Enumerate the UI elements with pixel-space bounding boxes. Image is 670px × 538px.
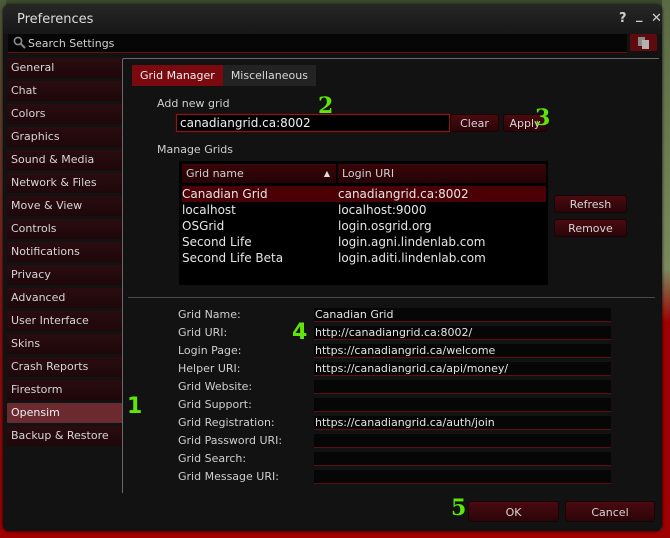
grid-name-cell: Second Life Beta (182, 251, 284, 265)
table-header: Grid name ▲ Login URI (182, 164, 546, 183)
sidebar-item-privacy[interactable]: Privacy (7, 265, 123, 285)
helper-uri-label: Helper URI: (178, 362, 241, 375)
tab-miscellaneous[interactable]: Miscellaneous (222, 65, 316, 86)
search-settings (8, 34, 627, 53)
manage-grids-label: Manage Grids (157, 143, 234, 156)
sidebar-item-advanced[interactable]: Advanced (7, 288, 123, 308)
table-row[interactable]: localhost localhost:9000 (182, 202, 546, 218)
grid-name-cell: OSGrid (182, 219, 225, 233)
annotation-marker-4: 4 (292, 320, 308, 345)
login-uri-cell: localhost:9000 (338, 203, 427, 217)
table-row[interactable]: Second Life Beta login.aditi.lindenlab.co… (182, 250, 546, 266)
login-page-label: Login Page: (178, 344, 242, 357)
grid-search-label: Grid Search: (178, 452, 247, 465)
grid-website-label: Grid Website: (178, 380, 253, 393)
table-row[interactable]: Second Life login.agni.lindenlab.com (182, 234, 546, 250)
login-uri-cell: login.osgrid.org (338, 219, 432, 233)
sidebar-item-graphics[interactable]: Graphics (7, 127, 123, 147)
window-title: Preferences (17, 12, 94, 27)
login-uri-cell: canadiangrid.ca:8002 (338, 187, 469, 201)
grid-message-uri-field[interactable] (314, 470, 611, 484)
search-icon (13, 36, 26, 49)
grid-name-label: Grid Name: (178, 308, 241, 321)
preferences-window: Preferences ? _ ✕ General Chat Colors Graph… (3, 5, 662, 531)
sidebar-item-notifications[interactable]: Notifications (7, 242, 123, 262)
grid-name-cell: Canadian Grid (182, 187, 268, 201)
background-right (662, 0, 670, 538)
grid-uri-label: Grid URI: (178, 326, 228, 339)
clear-button[interactable]: Clear (450, 114, 499, 132)
add-grid-input[interactable] (176, 114, 450, 132)
add-new-grid-label: Add new grid (157, 97, 230, 110)
sidebar-item-firestorm[interactable]: Firestorm (7, 380, 123, 400)
title-bar[interactable]: Preferences ? _ ✕ (3, 5, 662, 34)
sidebar-item-network-files[interactable]: Network & Files (7, 173, 123, 193)
grid-message-uri-label: Grid Message URI: (178, 470, 279, 483)
annotation-marker-5: 5 (451, 495, 467, 521)
search-input[interactable] (28, 34, 618, 52)
grid-support-field[interactable] (314, 398, 611, 412)
sidebar-item-sound-media[interactable]: Sound & Media (7, 150, 123, 170)
cancel-button[interactable]: Cancel (565, 501, 655, 522)
remove-button[interactable]: Remove (554, 219, 627, 237)
table-row[interactable]: Canadian Grid canadiangrid.ca:8002 (182, 186, 546, 202)
column-header-grid-name[interactable]: Grid name ▲ (182, 164, 336, 183)
refresh-button[interactable]: Refresh (554, 195, 627, 213)
login-uri-cell: login.aditi.lindenlab.com (338, 251, 486, 265)
sidebar-item-general[interactable]: General (7, 58, 123, 78)
close-icon[interactable]: ✕ (651, 11, 662, 26)
copy-icon (638, 37, 649, 49)
sidebar-item-crash-reports[interactable]: Crash Reports (7, 357, 123, 377)
grid-password-uri-label: Grid Password URI: (178, 434, 283, 447)
background-bottom (0, 530, 670, 538)
grid-registration-field[interactable] (314, 416, 611, 430)
table-row[interactable]: OSGrid login.osgrid.org (182, 218, 546, 234)
grid-support-label: Grid Support: (178, 398, 252, 411)
sidebar-item-backup-restore[interactable]: Backup & Restore (7, 426, 123, 446)
help-icon[interactable]: ? (619, 11, 627, 26)
sidebar-item-opensim[interactable]: Opensim (7, 403, 123, 423)
annotation-marker-3: 3 (535, 105, 551, 131)
opensim-panel: Grid Manager Miscellaneous Add new grid … (122, 58, 659, 493)
copy-button[interactable] (630, 34, 657, 51)
sidebar: General Chat Colors Graphics Sound & Media Ne… (7, 58, 123, 449)
column-header-label: Grid name (186, 167, 244, 180)
grid-registration-label: Grid Registration: (178, 416, 275, 429)
tab-bar: Grid Manager Miscellaneous (132, 65, 316, 86)
grid-name-field[interactable] (314, 308, 611, 322)
annotation-marker-1: 1 (127, 394, 143, 419)
login-page-field[interactable] (314, 344, 611, 358)
sidebar-item-move-view[interactable]: Move & View (7, 196, 123, 216)
helper-uri-field[interactable] (314, 362, 611, 376)
sidebar-item-user-interface[interactable]: User Interface (7, 311, 123, 331)
sidebar-item-chat[interactable]: Chat (7, 81, 123, 101)
grid-password-uri-field[interactable] (314, 434, 611, 448)
grids-table[interactable]: Grid name ▲ Login URI Canadian Grid canad… (178, 160, 549, 286)
grid-name-cell: Second Life (182, 235, 252, 249)
ok-button[interactable]: OK (468, 501, 559, 522)
sidebar-item-skins[interactable]: Skins (7, 334, 123, 354)
sidebar-item-colors[interactable]: Colors (7, 104, 123, 124)
sort-ascending-icon: ▲ (323, 169, 330, 178)
minimize-icon[interactable]: _ (636, 8, 643, 23)
column-header-login-uri[interactable]: Login URI (338, 164, 546, 183)
grid-name-cell: localhost (182, 203, 236, 217)
grid-website-field[interactable] (314, 380, 611, 394)
grid-search-field[interactable] (314, 452, 611, 466)
annotation-marker-2: 2 (318, 93, 334, 119)
grid-uri-field[interactable] (314, 326, 611, 340)
login-uri-cell: login.agni.lindenlab.com (338, 235, 486, 249)
tab-grid-manager[interactable]: Grid Manager (132, 65, 223, 86)
section-divider (128, 297, 655, 298)
sidebar-item-controls[interactable]: Controls (7, 219, 123, 239)
